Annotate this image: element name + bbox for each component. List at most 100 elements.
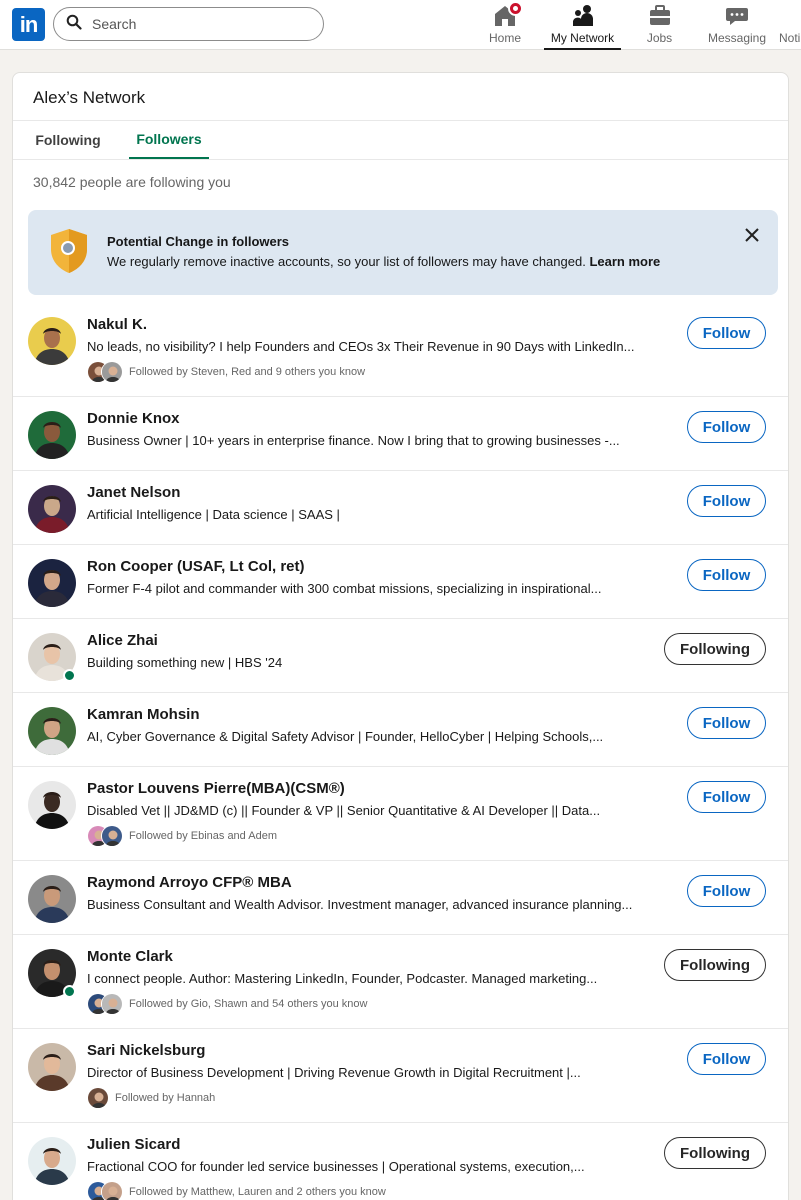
page-title: Alex’s Network [33, 88, 146, 107]
follower-name[interactable]: Kamran Mohsin [87, 706, 200, 723]
mutual-connections: Followed by Hannah [87, 1087, 215, 1109]
follower-headline: Artificial Intelligence | Data science |… [87, 507, 340, 522]
search-input[interactable] [92, 16, 292, 32]
nav-my-network[interactable]: My Network [544, 4, 621, 50]
mutual-connections-text: Followed by Matthew, Lauren and 2 others… [129, 1186, 386, 1198]
online-status-dot [63, 669, 76, 682]
avatar[interactable] [28, 1137, 76, 1185]
notice-title: Potential Change in followers [107, 234, 290, 249]
nav-jobs[interactable]: Jobs [643, 4, 676, 50]
follow-button[interactable]: Follow [687, 1043, 766, 1075]
mutual-connection-avatar [87, 1087, 109, 1109]
messaging-icon [725, 4, 749, 28]
mutual-connections: Followed by Gio, Shawn and 54 others you… [87, 993, 367, 1015]
nav-my-network-label: My Network [550, 31, 615, 45]
follower-name[interactable]: Donnie Knox [87, 410, 180, 427]
nav-messaging[interactable]: Messaging [705, 4, 769, 50]
follow-button[interactable]: Follow [687, 875, 766, 907]
mutual-connection-avatar [101, 1181, 123, 1200]
follower-headline: Building something new | HBS '24 [87, 655, 283, 670]
follower-row: Sari Nickelsburg Director of Business De… [13, 1029, 788, 1123]
follower-row: Julien Sicard Fractional COO for founder… [13, 1123, 788, 1200]
avatar[interactable] [28, 707, 76, 755]
mutual-connection-avatar [101, 361, 123, 383]
follower-headline: Business Consultant and Wealth Advisor. … [87, 897, 633, 912]
follow-button[interactable]: Follow [687, 411, 766, 443]
mutual-connections-text: Followed by Hannah [115, 1092, 216, 1104]
notification-badge [508, 1, 523, 16]
search-icon [66, 14, 82, 35]
mutual-connections-text: Followed by Ebinas and Adem [129, 830, 277, 842]
avatar[interactable] [28, 875, 76, 923]
follower-headline: Fractional COO for founder led service b… [87, 1159, 585, 1174]
close-icon[interactable] [740, 224, 764, 248]
follower-headline: Disabled Vet || JD&MD (c) || Founder & V… [87, 803, 601, 818]
avatar[interactable] [28, 559, 76, 607]
avatar[interactable] [28, 1043, 76, 1091]
divider [13, 159, 788, 160]
bell-icon [779, 4, 789, 28]
follow-button[interactable]: Follow [687, 707, 766, 739]
mutual-connections-text: Followed by Gio, Shawn and 54 others you… [129, 998, 368, 1010]
nav-jobs-label: Jobs [646, 31, 673, 45]
avatar[interactable] [28, 485, 76, 533]
follower-name[interactable]: Janet Nelson [87, 484, 180, 501]
follower-row: Nakul K. No leads, no visibility? I help… [13, 303, 788, 397]
network-card: Alex’s Network Following Followers 30,84… [12, 72, 789, 1200]
mutual-connection-avatar [101, 825, 123, 847]
mutual-connections: Followed by Ebinas and Adem [87, 825, 277, 847]
notice-text: We regularly remove inactive accounts, s… [107, 254, 660, 269]
follower-headline: I connect people. Author: Mastering Link… [87, 971, 598, 986]
follow-button[interactable]: Follow [687, 485, 766, 517]
tab-following[interactable]: Following [33, 121, 103, 159]
follower-name[interactable]: Raymond Arroyo CFP® MBA [87, 874, 292, 891]
follower-name[interactable]: Nakul K. [87, 316, 147, 333]
nav-messaging-label: Messaging [707, 31, 767, 45]
avatar[interactable] [28, 781, 76, 829]
following-button[interactable]: Following [664, 1137, 766, 1169]
follower-headline: Director of Business Development | Drivi… [87, 1065, 581, 1080]
follower-name[interactable]: Monte Clark [87, 948, 173, 965]
followers-list: Nakul K. No leads, no visibility? I help… [13, 303, 788, 1200]
following-button[interactable]: Following [664, 633, 766, 665]
online-status-dot [63, 985, 76, 998]
follower-row: Raymond Arroyo CFP® MBA Business Consult… [13, 861, 788, 935]
follower-row: Ron Cooper (USAF, Lt Col, ret) Former F-… [13, 545, 788, 619]
follow-button[interactable]: Follow [687, 781, 766, 813]
mutual-connections-text: Followed by Steven, Red and 9 others you… [129, 366, 366, 378]
nav-home-label: Home [488, 31, 521, 45]
top-nav: in Home My Network Jobs Messaging Noti [0, 0, 801, 50]
follow-button[interactable]: Follow [687, 559, 766, 591]
nav-notifications-label: Noti [779, 31, 801, 45]
nav-home[interactable]: Home [486, 1, 524, 50]
follower-headline: AI, Cyber Governance & Digital Safety Ad… [87, 729, 604, 744]
follower-name[interactable]: Julien Sicard [87, 1136, 180, 1153]
followers-notice-banner: Potential Change in followers We regular… [28, 210, 778, 295]
home-icon [493, 1, 523, 28]
follower-name[interactable]: Ron Cooper (USAF, Lt Col, ret) [87, 558, 305, 575]
follow-button[interactable]: Follow [687, 317, 766, 349]
linkedin-logo[interactable]: in [12, 8, 45, 41]
following-button[interactable]: Following [664, 949, 766, 981]
nav-notifications[interactable]: Noti [779, 4, 801, 50]
follower-row: Janet Nelson Artificial Intelligence | D… [13, 471, 788, 545]
shield-icon [48, 227, 90, 280]
follower-row: Pastor Louvens Pierre(MBA)(CSM®) Disable… [13, 767, 788, 861]
followers-count: 30,842 people are following you [33, 174, 231, 190]
tab-followers[interactable]: Followers [129, 121, 209, 159]
follower-row: Alice Zhai Building something new | HBS … [13, 619, 788, 693]
follower-name[interactable]: Pastor Louvens Pierre(MBA)(CSM®) [87, 780, 345, 797]
avatar[interactable] [28, 317, 76, 365]
follower-name[interactable]: Alice Zhai [87, 632, 158, 649]
follower-headline: No leads, no visibility? I help Founders… [87, 339, 635, 354]
follower-row: Donnie Knox Business Owner | 10+ years i… [13, 397, 788, 471]
follower-headline: Business Owner | 10+ years in enterprise… [87, 433, 620, 448]
learn-more-link[interactable]: Learn more [589, 254, 660, 269]
mutual-connections: Followed by Matthew, Lauren and 2 others… [87, 1181, 386, 1200]
briefcase-icon [648, 4, 672, 28]
search-box[interactable] [53, 7, 324, 41]
follower-name[interactable]: Sari Nickelsburg [87, 1042, 205, 1059]
follower-row: Monte Clark I connect people. Author: Ma… [13, 935, 788, 1029]
avatar[interactable] [28, 411, 76, 459]
network-icon [571, 4, 595, 28]
